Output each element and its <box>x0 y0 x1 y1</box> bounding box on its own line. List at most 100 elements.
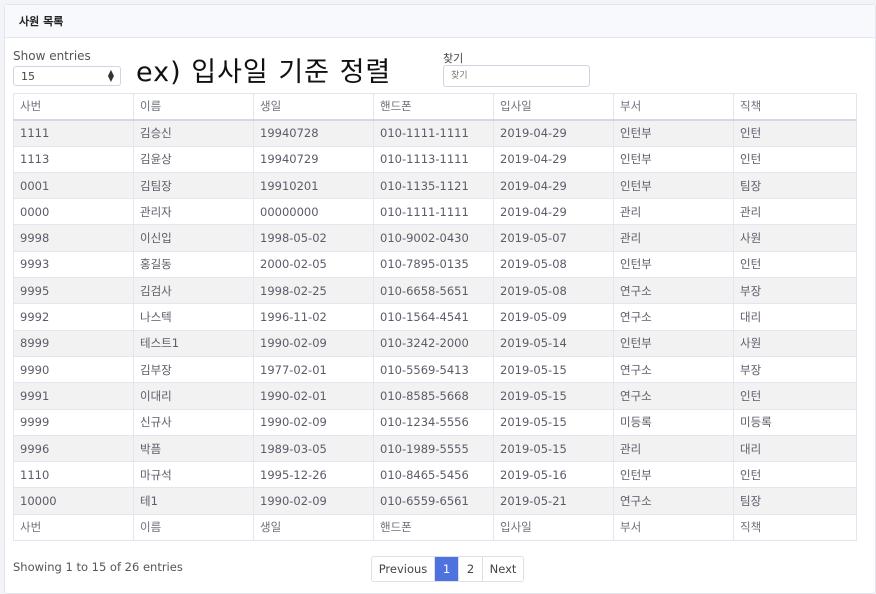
table-row[interactable]: 1110 마규석 1995-12-26 010-8465-5456 2019-05-16… <box>13 461 857 489</box>
table-cell: 010-1564-4541 <box>373 303 494 331</box>
table-row[interactable]: 10000 테1 1990-02-09 010-6559-6561 2019-05-21… <box>13 487 857 515</box>
column-header-0[interactable]: 사번 <box>13 92 134 121</box>
table-row[interactable]: 9990 김부장 1977-02-01 010-5569-5413 2019-05-15… <box>13 355 857 384</box>
table-cell: 00000000 <box>253 198 374 226</box>
entries-info: Showing 1 to 15 of 26 entries <box>13 560 183 574</box>
column-footer-5: 부서 <box>613 513 734 542</box>
table-cell: 김검사 <box>133 277 254 305</box>
table-cell: 9991 <box>13 382 134 410</box>
table-cell: 미등록 <box>733 408 857 436</box>
table-cell: 사원 <box>733 329 857 357</box>
table-cell: 010-8465-5456 <box>373 461 494 489</box>
table-cell: 인턴부 <box>613 145 734 173</box>
table-cell: 1990-02-09 <box>253 487 374 515</box>
table-cell: 010-6559-6561 <box>373 487 494 515</box>
table-cell: 1111 <box>13 119 134 147</box>
page-1-button[interactable]: 1 <box>435 557 459 581</box>
table-row[interactable]: 9999 신규사 1990-02-09 010-1234-5556 2019-05-15… <box>13 408 857 436</box>
table-cell: 관리 <box>613 434 734 463</box>
table-cell: 10000 <box>13 487 134 515</box>
sort-arrows-icon: ▲ ▼ <box>107 68 114 83</box>
table-row[interactable]: 9992 나스텍 1996-11-02 010-1564-4541 2019-05-09… <box>13 303 857 331</box>
table-cell: 부장 <box>733 355 857 384</box>
next-button[interactable]: Next <box>483 557 523 581</box>
page-2-button[interactable]: 2 <box>459 557 483 581</box>
table-cell: 미등록 <box>613 408 734 436</box>
table-cell: 1990-02-01 <box>253 382 374 410</box>
table-cell: 1998-05-02 <box>253 224 374 252</box>
table-cell: 2019-05-08 <box>493 277 614 305</box>
sort-note: ex) 입사일 기준 정렬 <box>136 57 392 88</box>
table-cell: 2019-05-08 <box>493 250 614 279</box>
table-cell: 2019-05-09 <box>493 303 614 331</box>
table-cell: 연구소 <box>613 487 734 515</box>
table-cell: 1989-03-05 <box>253 434 374 463</box>
table-row[interactable]: 1113 김윤상 19940729 010-1113-1111 2019-04-29 인턴… <box>13 145 857 173</box>
column-footer-4: 입사일 <box>493 513 614 542</box>
table-row[interactable]: 9996 박픔 1989-03-05 010-1989-5555 2019-05-15 관… <box>13 434 857 463</box>
table-cell: 010-1111-1111 <box>373 119 494 147</box>
table-cell: 마규석 <box>133 461 254 489</box>
table-cell: 이신입 <box>133 224 254 252</box>
column-header-3[interactable]: 핸드폰 <box>373 92 494 121</box>
card-title: 사원 목록 <box>19 15 64 28</box>
table-cell: 8999 <box>13 329 134 357</box>
table-cell: 9998 <box>13 224 134 252</box>
column-header-6[interactable]: 직책 <box>733 92 857 121</box>
show-entries-label: Show entries <box>13 49 91 63</box>
table-cell: 010-6658-5651 <box>373 277 494 305</box>
search-input[interactable] <box>443 65 590 87</box>
table-cell: 연구소 <box>613 382 734 410</box>
table-cell: 010-7895-0135 <box>373 250 494 279</box>
table-cell: 인턴부 <box>613 461 734 489</box>
table-cell: 대리 <box>733 303 857 331</box>
table-row[interactable]: 9993 홍길동 2000-02-05 010-7895-0135 2019-05-08… <box>13 250 857 279</box>
table-row[interactable]: 0001 김팀장 19910201 010-1135-1121 2019-04-29 인턴… <box>13 171 857 200</box>
table-cell: 팀장 <box>733 487 857 515</box>
table-cell: 2019-04-29 <box>493 145 614 173</box>
table-cell: 9990 <box>13 355 134 384</box>
table-row[interactable]: 9998 이신입 1998-05-02 010-9002-0430 2019-05-07… <box>13 224 857 252</box>
table-cell: 010-1111-1111 <box>373 198 494 226</box>
table-cell: 이대리 <box>133 382 254 410</box>
table-cell: 관리 <box>613 224 734 252</box>
table-cell: 19940728 <box>253 119 374 147</box>
table-cell: 2019-05-15 <box>493 408 614 436</box>
table-cell: 0001 <box>13 171 134 200</box>
table-cell: 팀장 <box>733 171 857 200</box>
table-row[interactable]: 9995 김검사 1998-02-25 010-6658-5651 2019-05-08… <box>13 277 857 305</box>
table-cell: 연구소 <box>613 355 734 384</box>
table-row[interactable]: 1111 김승신 19940728 010-1111-1111 2019-04-29 인턴… <box>13 119 857 147</box>
table-cell: 나스텍 <box>133 303 254 331</box>
table-cell: 관리 <box>613 198 734 226</box>
column-footer-1: 이름 <box>133 513 254 542</box>
table-row[interactable]: 0000 관리자 00000000 010-1111-1111 2019-04-29 관리… <box>13 198 857 226</box>
table-cell: 테1 <box>133 487 254 515</box>
table-row[interactable]: 9991 이대리 1990-02-01 010-8585-5668 2019-05-15… <box>13 382 857 410</box>
table-cell: 인턴 <box>733 250 857 279</box>
entries-select[interactable]: 15 ▲ ▼ <box>13 66 121 86</box>
table-cell: 1998-02-25 <box>253 277 374 305</box>
table-row[interactable]: 8999 테스트1 1990-02-09 010-3242-2000 2019-05-1… <box>13 329 857 357</box>
table-cell: 사원 <box>733 224 857 252</box>
table-cell: 1990-02-09 <box>253 408 374 436</box>
table-cell: 010-1113-1111 <box>373 145 494 173</box>
column-header-2[interactable]: 생일 <box>253 92 374 121</box>
table-footer: 사번 이름 생일 핸드폰 입사일 부서 직책 <box>13 513 857 542</box>
table-cell: 9993 <box>13 250 134 279</box>
table-cell: 1110 <box>13 461 134 489</box>
table-cell: 1996-11-02 <box>253 303 374 331</box>
column-header-5[interactable]: 부서 <box>613 92 734 121</box>
table-body: 1111 김승신 19940728 010-1111-1111 2019-04-29 인턴… <box>13 119 857 515</box>
column-header-4[interactable]: 입사일 <box>493 92 614 121</box>
column-header-1[interactable]: 이름 <box>133 92 254 121</box>
table-cell: 인턴 <box>733 145 857 173</box>
previous-button[interactable]: Previous <box>372 557 435 581</box>
table-cell: 010-1234-5556 <box>373 408 494 436</box>
table-cell: 테스트1 <box>133 329 254 357</box>
table-cell: 김윤상 <box>133 145 254 173</box>
table-cell: 인턴부 <box>613 119 734 147</box>
table-cell: 인턴부 <box>613 250 734 279</box>
table-cell: 인턴 <box>733 119 857 147</box>
table-cell: 010-9002-0430 <box>373 224 494 252</box>
